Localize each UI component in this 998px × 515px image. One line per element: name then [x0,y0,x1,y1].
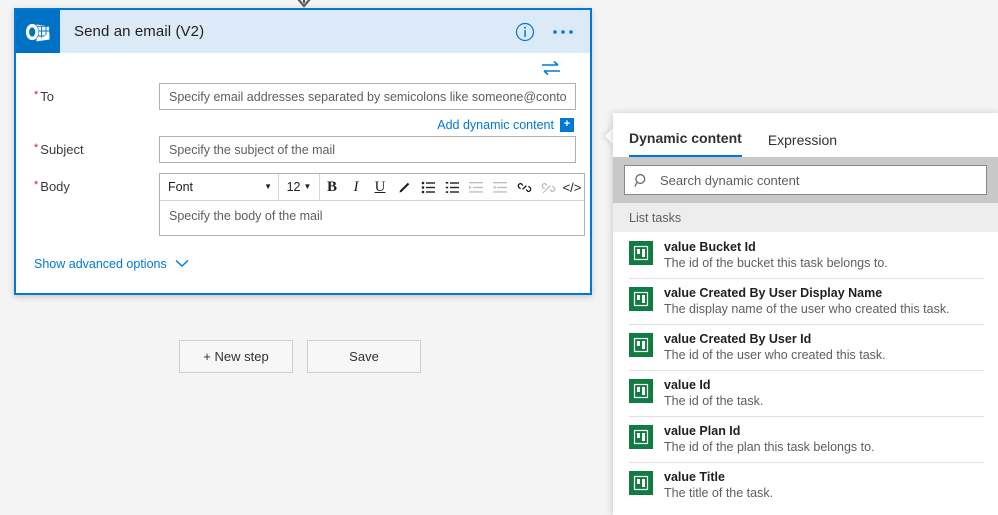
text-color-pen-icon[interactable] [392,174,416,200]
swap-arrows-icon[interactable] [541,59,561,77]
planner-icon [629,471,653,495]
bold-icon[interactable]: B [320,174,344,200]
list-item-title: value Plan Id [664,424,741,438]
body-field-control: Font ▼ 12 ▼ B I U </> Specify the body o… [159,173,585,236]
planner-icon [629,379,653,403]
tab-dynamic-content[interactable]: Dynamic content [629,130,742,157]
code-view-icon[interactable]: </> [560,174,584,200]
decrease-indent-icon [464,174,488,200]
remove-link-icon [536,174,560,200]
search-box[interactable] [624,165,987,195]
font-size-select[interactable]: 12 ▼ [279,174,319,200]
body-field-label: * Body [34,179,70,194]
chevron-down-icon: ▼ [264,182,272,191]
body-editor-placeholder[interactable]: Specify the body of the mail [160,201,584,235]
editor-toolbar: Font ▼ 12 ▼ B I U </> [160,174,584,201]
list-item-title: value Created By User Display Name [664,286,883,300]
list-item-title: value Created By User Id [664,332,812,346]
rich-text-editor[interactable]: Font ▼ 12 ▼ B I U </> Specify the body o… [159,173,585,236]
numbered-list-icon[interactable] [440,174,464,200]
save-button[interactable]: Save [307,340,421,373]
font-family-select[interactable]: Font ▼ [160,174,278,200]
chevron-down-icon [175,257,189,271]
show-advanced-options-label: Show advanced options [34,257,167,271]
list-item-description: The title of the task. [664,486,774,500]
list-item-text: value Plan Id The id of the plan this ta… [664,423,875,455]
send-email-action-card[interactable]: Send an email (V2) * To Specify email ad… [14,8,592,295]
ellipsis-icon[interactable] [550,21,576,43]
outlook-icon [16,10,60,53]
subject-field-label: * Subject [34,142,84,157]
planner-icon [629,241,653,265]
action-buttons: + New step Save [179,340,421,373]
required-indicator: * [34,89,39,101]
field-row-to: * To [34,83,576,110]
to-field-control [159,83,576,110]
info-circle-icon[interactable] [514,21,536,43]
search-band [613,157,998,203]
list-item[interactable]: value Created By User Display Name The d… [613,278,998,324]
tab-expression[interactable]: Expression [768,132,837,157]
chevron-down-icon: ▼ [303,182,312,191]
to-field-label: * To [34,89,55,104]
list-item-text: value Created By User Display Name The d… [664,285,950,317]
list-item-description: The id of the bucket this task belongs t… [664,256,888,270]
list-item-description: The id of the plan this task belongs to. [664,440,875,454]
italic-icon[interactable]: I [344,174,368,200]
list-item-text: value Title The title of the task. [664,469,773,501]
search-input[interactable] [658,171,977,189]
planner-icon [629,287,653,311]
list-item-title: value Id [664,378,711,392]
subject-input[interactable] [159,136,576,163]
action-card-body: *To Add dynamic content + *Subject *Body [16,53,590,293]
swap-row [34,53,576,83]
list-item-description: The display name of the user who created… [664,302,950,316]
to-input[interactable] [159,83,576,110]
page-title: Send an email (V2) [74,23,205,40]
dynamic-content-list: value Bucket Id The id of the bucket thi… [613,232,998,508]
list-item[interactable]: value Plan Id The id of the plan this ta… [613,416,998,462]
planner-icon [629,333,653,357]
field-row-body: * Body Font ▼ 12 ▼ B I U </> Specify the… [34,173,585,236]
font-size-value: 12 [286,180,301,194]
font-family-value: Font [168,180,194,194]
insert-link-icon[interactable] [512,174,536,200]
required-indicator: * [34,142,39,154]
action-card-header[interactable]: Send an email (V2) [16,10,590,53]
planner-icon [629,425,653,449]
show-advanced-options-toggle[interactable]: Show advanced options [34,257,189,271]
add-dynamic-content-row: Add dynamic content + [34,114,576,136]
list-item-title: value Title [664,470,725,484]
add-plus-icon[interactable]: + [560,118,574,132]
dynamic-content-panel[interactable]: Dynamic content Expression List tasks [613,113,998,515]
list-item-text: value Bucket Id The id of the bucket thi… [664,239,888,271]
list-item[interactable]: value Title The title of the task. [613,462,998,508]
search-icon [634,173,649,188]
panel-tabs: Dynamic content Expression [613,113,998,157]
list-item-description: The id of the task. [664,394,764,408]
list-item[interactable]: value Created By User Id The id of the u… [613,324,998,370]
list-item-title: value Bucket Id [664,240,756,254]
new-step-button[interactable]: + New step [179,340,293,373]
increase-indent-icon [488,174,512,200]
list-item[interactable]: value Id The id of the task. [613,370,998,416]
list-item-description: The id of the user who created this task… [664,348,886,362]
list-item-text: value Created By User Id The id of the u… [664,331,886,363]
add-dynamic-content-link[interactable]: Add dynamic content [437,118,554,132]
subject-field-control [159,136,576,163]
dynamic-content-group-header: List tasks [613,203,998,232]
underline-icon[interactable]: U [368,174,392,200]
required-indicator: * [34,179,39,191]
bulleted-list-icon[interactable] [416,174,440,200]
list-item[interactable]: value Bucket Id The id of the bucket thi… [613,232,998,278]
field-row-subject: * Subject [34,136,576,163]
list-item-text: value Id The id of the task. [664,377,763,409]
